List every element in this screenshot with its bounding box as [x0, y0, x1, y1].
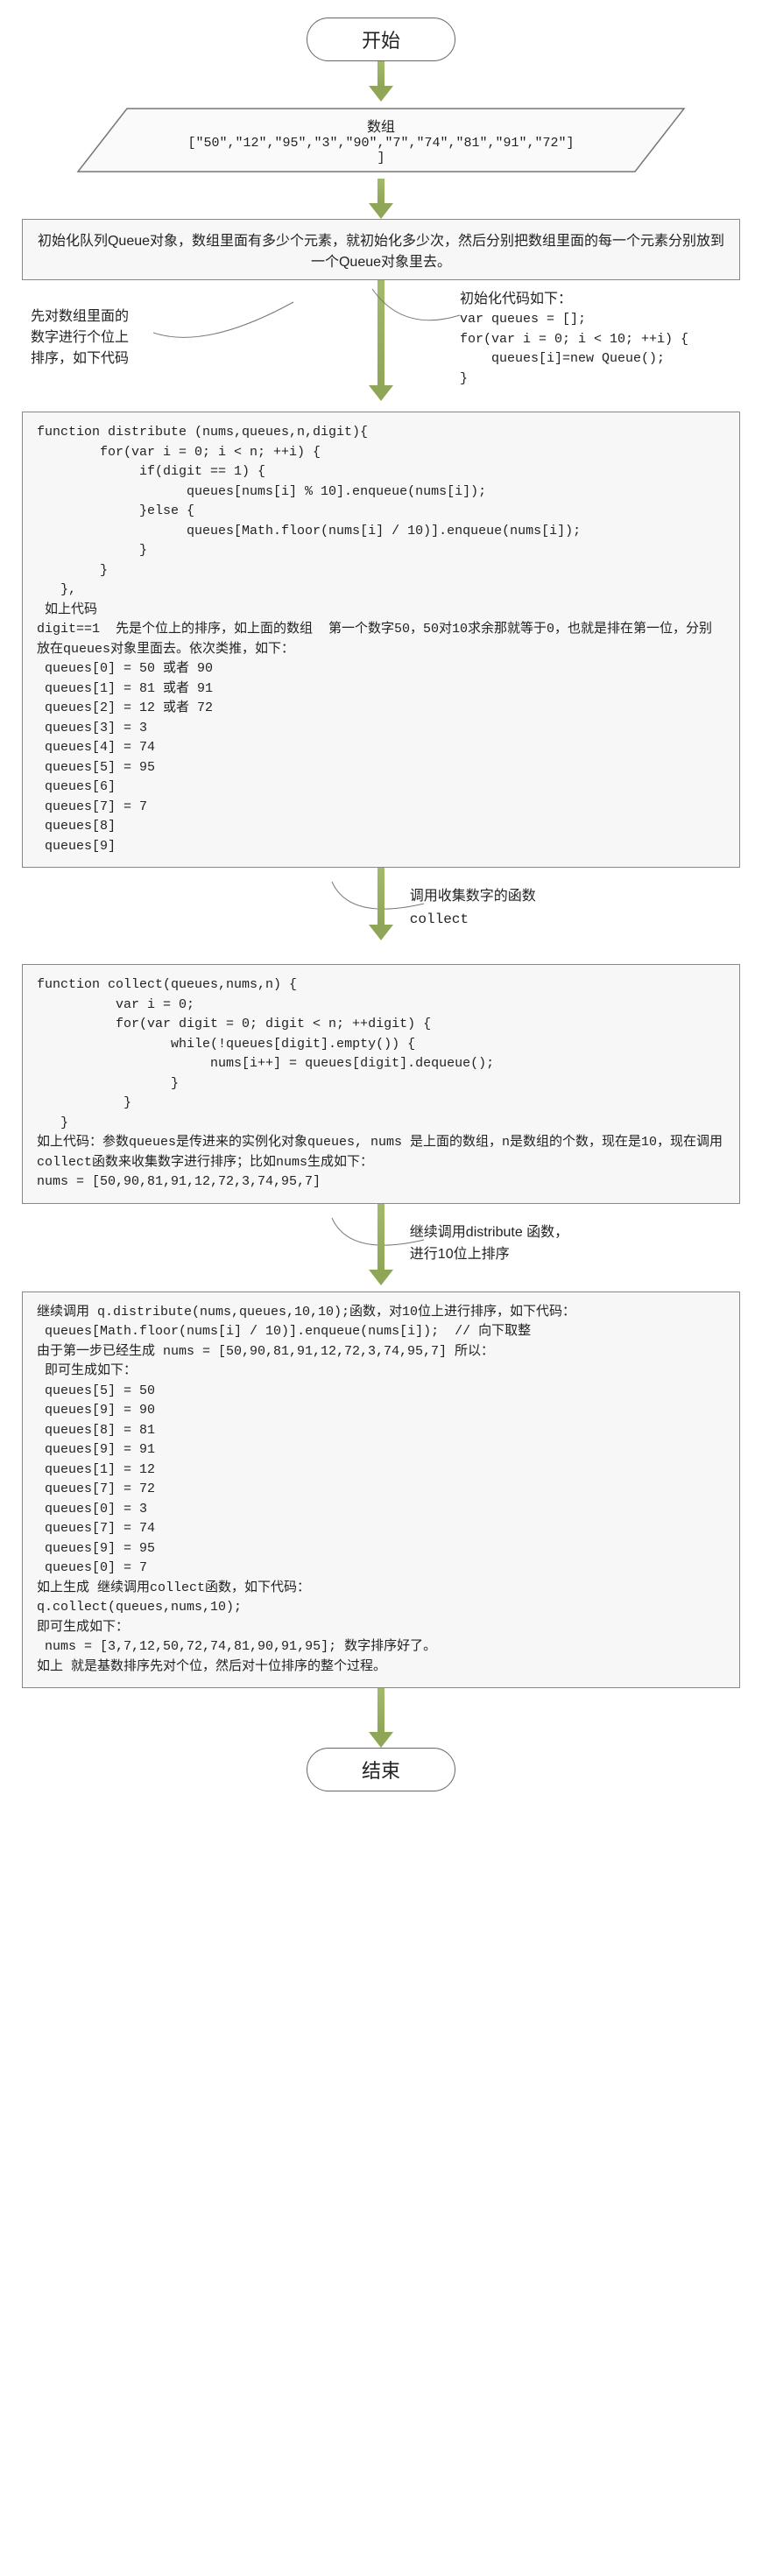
callout-right-code: var queues = []; for(var i = 0; i < 10; …	[460, 310, 740, 389]
arrow	[369, 179, 393, 219]
callout-collect: 调用收集数字的函数 collect	[22, 868, 740, 947]
flowchart: 开始 数组 ["50","12","95","3","90","7","74",…	[0, 18, 762, 1791]
data-array: ["50","12","95","3","90","7","74","81","…	[187, 136, 574, 151]
callout-dist2-text: 继续调用distribute 函数， 进行10位上排序	[410, 1221, 568, 1266]
end-label: 结束	[362, 1756, 400, 1784]
process-text: 初始化队列Queue对象，数组里面有多少个元素，就初始化多少次，然后分别把数组里…	[38, 234, 724, 270]
start-terminator: 开始	[307, 18, 455, 61]
codebox-distribute2: 继续调用 q.distribute(nums,queues,10,10);函数，…	[22, 1292, 740, 1689]
callout-right: 初始化代码如下： var queues = []; for(var i = 0;…	[460, 280, 740, 389]
input-data-block: 数组 ["50","12","95","3","90","7","74","81…	[74, 105, 688, 175]
codebox-collect: function collect(queues,nums,n) { var i …	[22, 964, 740, 1204]
data-array-suffix: ]	[377, 151, 385, 165]
start-label: 开始	[362, 25, 400, 53]
callout-collect-line1: 调用收集数字的函数	[410, 889, 536, 904]
codebox-distribute: function distribute (nums,queues,n,digit…	[22, 412, 740, 868]
arrow	[369, 1688, 393, 1748]
callout-distribute2: 继续调用distribute 函数， 进行10位上排序	[22, 1204, 740, 1292]
codebox3-text: 继续调用 q.distribute(nums,queues,10,10);函数，…	[37, 1305, 575, 1674]
end-terminator: 结束	[307, 1748, 455, 1791]
codebox1-text: function distribute (nums,queues,n,digit…	[37, 425, 712, 854]
arrow	[369, 61, 393, 102]
callout-row-1: 先对数组里面的 数字进行个位上 排序，如下代码 初始化代码如下： var que…	[22, 280, 740, 412]
callout-left: 先对数组里面的 数字进行个位上 排序，如下代码	[22, 280, 302, 370]
process-init-queue: 初始化队列Queue对象，数组里面有多少个元素，就初始化多少次，然后分别把数组里…	[22, 219, 740, 280]
callout-collect-line2: collect	[410, 911, 469, 927]
callout-right-label: 初始化代码如下：	[460, 289, 740, 310]
codebox2-text: function collect(queues,nums,n) { var i …	[37, 977, 723, 1189]
data-label: 数组	[367, 115, 395, 136]
